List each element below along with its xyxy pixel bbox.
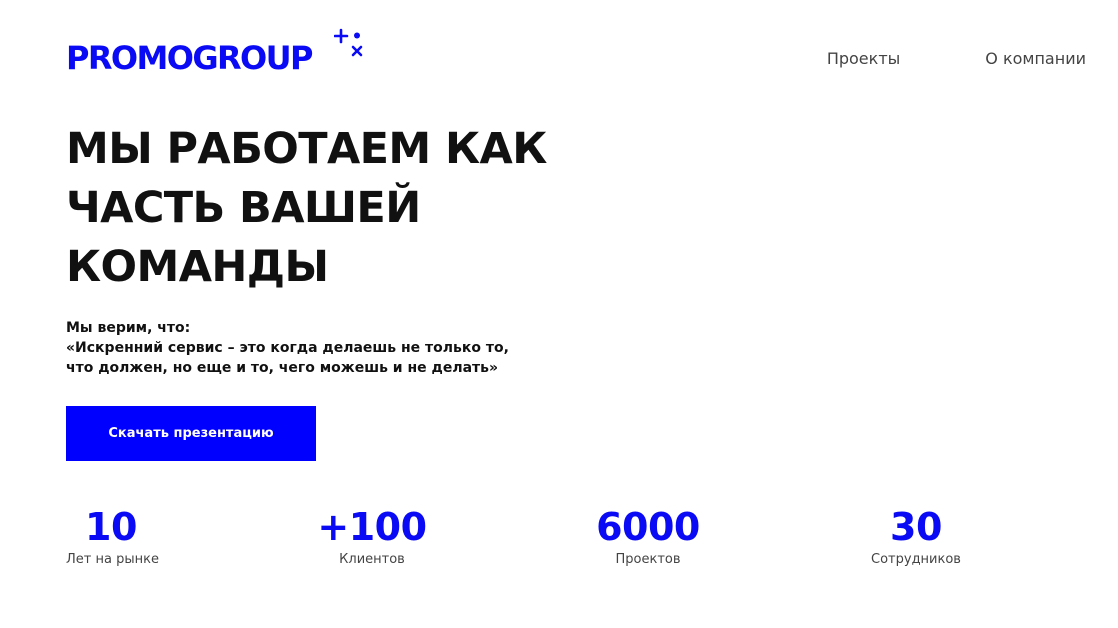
stat-label: Сотрудников [871, 552, 961, 567]
stat-label: Проектов [615, 552, 681, 567]
hero-title-line: ЧАСТЬ ВАШЕЙ [66, 183, 421, 233]
belief-statement: Мы верим, что: «Искренний сервис – это к… [66, 318, 546, 378]
plus-dot-cross-icon [334, 28, 363, 57]
stat-clients: +100 Клиентов [312, 504, 432, 568]
belief-intro: Мы верим, что: [66, 320, 191, 336]
nav-link-projects[interactable]: Проекты [827, 49, 900, 69]
stat-value: 6000 [596, 505, 700, 549]
stat-value: +100 [317, 505, 427, 549]
stat-value: 10 [85, 505, 137, 549]
stat-years: 10 Лет на рынке [66, 504, 159, 568]
logo-wordmark: PROMOGROUP [66, 39, 314, 77]
stat-value: 30 [890, 505, 942, 549]
belief-quote-line: «Искренний сервис – это когда делаешь не… [66, 340, 509, 356]
belief-quote-line: что должен, но еще и то, чего можешь и н… [66, 360, 499, 376]
hero-title-line: МЫ РАБОТАЕМ КАК [66, 124, 547, 174]
top-nav: Проекты О компании [827, 49, 1086, 69]
hero-title-line: КОМАНДЫ [66, 242, 329, 292]
nav-link-about[interactable]: О компании [985, 49, 1086, 69]
stat-label: Лет на рынке [66, 552, 159, 567]
stat-label: Клиентов [339, 552, 405, 567]
download-presentation-button[interactable]: Скачать презентацию [66, 406, 316, 461]
hero-title: МЫ РАБОТАЕМ КАК ЧАСТЬ ВАШЕЙ КОМАНДЫ [66, 120, 566, 297]
stat-employees: 30 Сотрудников [866, 504, 966, 568]
stat-projects: 6000 Проектов [583, 504, 713, 568]
